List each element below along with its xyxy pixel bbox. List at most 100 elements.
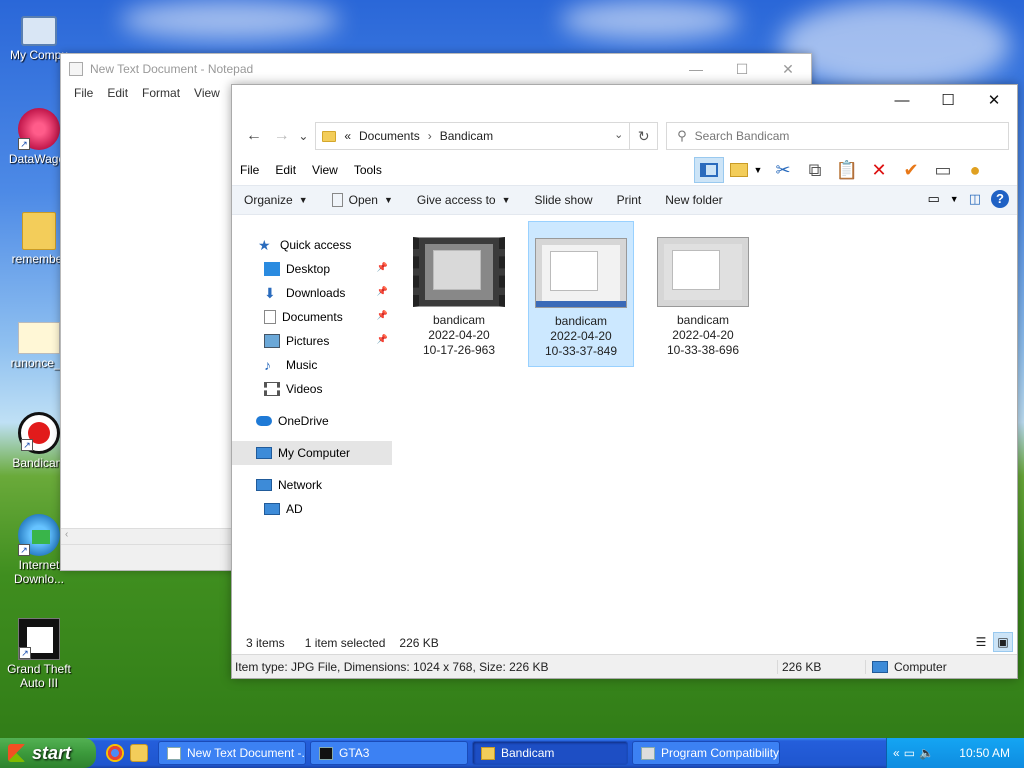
nav-downloads[interactable]: ⬇ Downloads 📌 bbox=[232, 281, 392, 305]
file-list: bandicam 2022-04-20 10-17-26-963 bandica… bbox=[392, 215, 1017, 625]
computer-icon bbox=[264, 503, 280, 515]
forward-button[interactable]: → bbox=[268, 127, 296, 145]
desktop-icon bbox=[264, 262, 280, 276]
status-bar: 3 items 1 item selected 226 KB ☰ ▣ bbox=[232, 631, 1017, 655]
command-bar: Organize ▼ Open ▼ Give access to ▼ Slide sh… bbox=[232, 185, 1017, 215]
quick-launch bbox=[106, 744, 154, 762]
start-button[interactable]: start bbox=[0, 738, 96, 768]
folder-icon bbox=[322, 130, 337, 142]
windows-logo-icon bbox=[8, 744, 26, 762]
notepad-menu-edit[interactable]: Edit bbox=[100, 84, 135, 104]
notepad-menu-file[interactable]: File bbox=[67, 84, 100, 104]
address-bar[interactable]: « Documents › Bandicam ⌄ bbox=[315, 122, 631, 150]
nav-videos[interactable]: Videos bbox=[232, 377, 392, 401]
print-button[interactable]: Print bbox=[605, 193, 654, 207]
menu-tools[interactable]: Tools bbox=[346, 163, 390, 177]
large-icons-view-icon[interactable]: ▣ bbox=[993, 632, 1013, 652]
image-thumbnail bbox=[535, 238, 627, 308]
download-icon: ⬇ bbox=[264, 285, 276, 301]
menu-view[interactable]: View bbox=[304, 163, 346, 177]
datawagon-icon: ↗ bbox=[18, 108, 60, 150]
preview-pane-toggle-icon[interactable]: ◫ bbox=[969, 191, 981, 207]
organize-button[interactable]: Organize ▼ bbox=[232, 193, 320, 207]
taskbar-item-gta3[interactable]: GTA3 bbox=[310, 741, 468, 765]
open-button[interactable]: Open ▼ bbox=[320, 193, 405, 207]
refresh-button[interactable]: ↻ bbox=[630, 122, 659, 150]
taskbar-item-program-compatibility[interactable]: Program Compatibility... bbox=[632, 741, 780, 765]
explorer-window[interactable]: — ☐ ✕ ← → ⌄ « Documents › Bandicam ⌄ ↻ ⚲… bbox=[231, 84, 1018, 679]
preview-pane-icon[interactable] bbox=[694, 157, 724, 183]
window-icon bbox=[641, 746, 655, 760]
shell-icon[interactable]: ● bbox=[960, 157, 990, 183]
cut-icon[interactable]: ✂ bbox=[768, 157, 798, 183]
nav-quick-access[interactable]: ★ Quick access bbox=[232, 233, 392, 257]
folder-options-icon[interactable]: ▼ bbox=[726, 157, 766, 183]
new-folder-button[interactable]: New folder bbox=[653, 193, 734, 207]
nav-network[interactable]: Network bbox=[232, 473, 392, 497]
notepad-close-button[interactable]: ✕ bbox=[765, 54, 811, 84]
image-file-icon bbox=[18, 322, 60, 354]
chrome-icon[interactable] bbox=[106, 744, 124, 762]
notepad-minimize-button[interactable]: — bbox=[673, 54, 719, 84]
nav-onedrive[interactable]: OneDrive bbox=[232, 409, 392, 433]
explorer-minimize-button[interactable]: — bbox=[879, 85, 925, 117]
explorer-close-button[interactable]: ✕ bbox=[971, 85, 1017, 117]
menu-file[interactable]: File bbox=[232, 163, 267, 177]
explorer-maximize-button[interactable]: ☐ bbox=[925, 85, 971, 117]
give-access-button[interactable]: Give access to ▼ bbox=[405, 193, 523, 207]
taskbar-item-notepad[interactable]: New Text Document -... bbox=[158, 741, 306, 765]
nav-documents[interactable]: Documents 📌 bbox=[232, 305, 392, 329]
file-item[interactable]: bandicam 2022-04-20 10-17-26-963 bbox=[406, 221, 512, 367]
change-view-icon[interactable]: ▭ bbox=[927, 191, 939, 207]
speaker-icon[interactable]: 🔈 bbox=[919, 746, 934, 760]
nav-music[interactable]: ♪ Music bbox=[232, 353, 392, 377]
breadcrumb-separator[interactable]: › bbox=[428, 129, 432, 143]
system-tray: « ▭ 🔈 10:50 AM bbox=[886, 738, 1024, 768]
slide-show-button[interactable]: Slide show bbox=[523, 193, 605, 207]
navigation-pane: ★ Quick access Desktop 📌 ⬇ Downloads 📌 Docum… bbox=[232, 215, 392, 625]
breadcrumb-overflow[interactable]: « bbox=[344, 129, 351, 143]
explorer-titlebar[interactable]: — ☐ ✕ bbox=[232, 85, 1017, 117]
breadcrumb-bandicam[interactable]: Bandicam bbox=[440, 129, 493, 143]
chevron-down-icon[interactable]: ▼ bbox=[950, 194, 959, 204]
back-button[interactable]: ← bbox=[240, 127, 268, 145]
properties-icon[interactable]: ▭ bbox=[928, 157, 958, 183]
search-input[interactable]: ⚲ Search Bandicam bbox=[666, 122, 1009, 150]
check-icon[interactable]: ✔ bbox=[896, 157, 926, 183]
show-hidden-icons-icon[interactable]: « bbox=[893, 746, 900, 760]
nav-my-computer[interactable]: My Computer bbox=[232, 441, 392, 465]
file-item-selected[interactable]: bandicam 2022-04-20 10-33-37-849 bbox=[528, 221, 634, 367]
image-thumbnail bbox=[657, 237, 749, 307]
taskbar-item-bandicam[interactable]: Bandicam bbox=[472, 741, 628, 765]
delete-icon[interactable]: ✕ bbox=[864, 157, 894, 183]
network-icon bbox=[256, 479, 272, 491]
pin-icon: 📌 bbox=[376, 334, 388, 344]
document-icon bbox=[264, 310, 276, 324]
file-icon bbox=[331, 193, 343, 207]
clock[interactable]: 10:50 AM bbox=[959, 746, 1010, 760]
copy-icon[interactable]: ⧉ bbox=[800, 157, 830, 183]
file-item[interactable]: bandicam 2022-04-20 10-33-38-696 bbox=[650, 221, 756, 367]
notepad-menu-view[interactable]: View bbox=[187, 84, 227, 104]
notepad-maximize-button[interactable]: ☐ bbox=[719, 54, 765, 84]
chevron-down-icon[interactable]: ⌄ bbox=[614, 128, 623, 141]
breadcrumb-documents[interactable]: Documents bbox=[359, 129, 420, 143]
desktop-icon-gta3[interactable]: ↗ Grand Theft Auto III bbox=[0, 618, 78, 690]
explorer-menubar: File Edit View Tools ▼ ✂ ⧉ 📋 ✕ ✔ ▭ ● bbox=[232, 155, 1017, 185]
nav-desktop[interactable]: Desktop 📌 bbox=[232, 257, 392, 281]
pin-icon: 📌 bbox=[376, 310, 388, 320]
nav-pictures[interactable]: Pictures 📌 bbox=[232, 329, 392, 353]
search-placeholder: Search Bandicam bbox=[694, 129, 790, 143]
help-icon[interactable]: ? bbox=[991, 190, 1009, 208]
nav-ad[interactable]: AD bbox=[232, 497, 392, 521]
details-view-icon[interactable]: ☰ bbox=[971, 632, 991, 652]
folder-icon[interactable] bbox=[130, 744, 148, 762]
notepad-menu-format[interactable]: Format bbox=[135, 84, 187, 104]
network-icon[interactable]: ▭ bbox=[904, 746, 915, 760]
recent-locations-button[interactable]: ⌄ bbox=[295, 129, 311, 143]
notepad-horizontal-scrollbar[interactable]: ‹ bbox=[61, 528, 233, 544]
cloud-icon bbox=[256, 416, 272, 426]
notepad-title: New Text Document - Notepad bbox=[90, 62, 254, 76]
paste-icon[interactable]: 📋 bbox=[832, 157, 862, 183]
menu-edit[interactable]: Edit bbox=[267, 163, 304, 177]
